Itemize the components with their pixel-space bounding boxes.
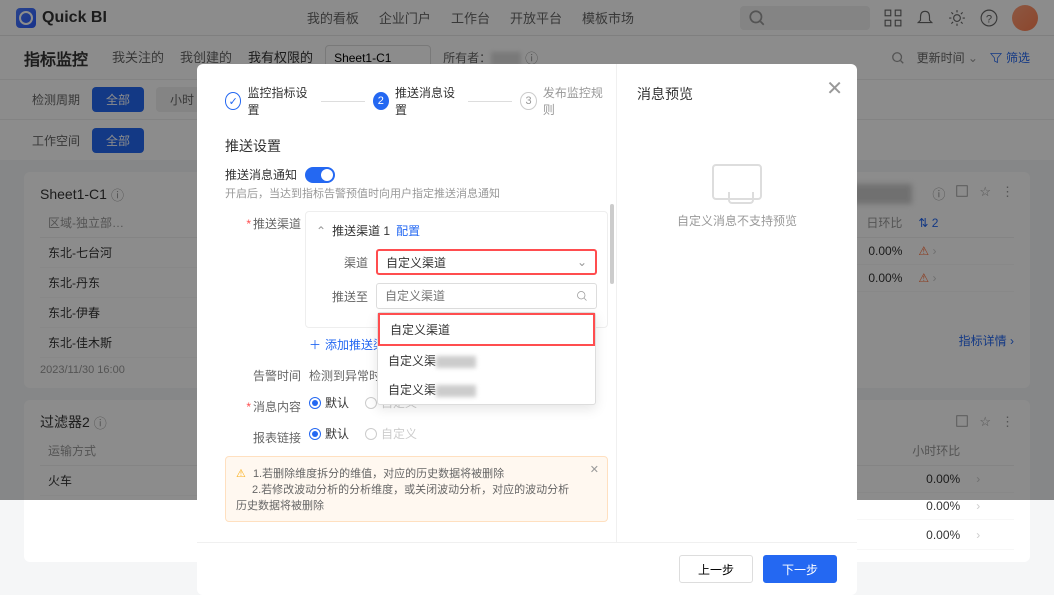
inbox-icon — [712, 164, 762, 200]
push-notify-desc: 开启后，当达到指标告警预值时向用户指定推送消息通知 — [225, 185, 608, 201]
plus-icon: ＋ — [309, 336, 321, 353]
next-button[interactable]: 下一步 — [763, 555, 837, 583]
push-to-input[interactable]: 自定义渠道 自定义渠 自定义渠 — [376, 283, 597, 309]
link-label: 报表链接 — [225, 425, 301, 446]
warning-line-2: 2.若修改波动分析的分析维度，或关闭波动分析，对应的波动分析历史数据将被删除 — [236, 484, 569, 512]
chevron-down-icon: ⌄ — [577, 255, 587, 269]
channel-label: *推送渠道 — [225, 211, 301, 232]
channel-select[interactable]: 自定义渠道 ⌄ — [376, 249, 597, 275]
modal-right-panel: 消息预览 自定义消息不支持预览 — [617, 64, 857, 542]
content-label: *消息内容 — [225, 394, 301, 415]
channel-header: ⌃ 推送渠道 1 配置 — [316, 222, 597, 239]
scrollbar[interactable] — [610, 204, 614, 284]
dropdown-option-2[interactable]: 自定义渠 — [378, 375, 595, 404]
channel-config-box: ⌃ 推送渠道 1 配置 渠道 自定义渠道 ⌄ — [305, 211, 608, 328]
step-connector — [468, 101, 512, 102]
radio-link-custom[interactable]: 自定义 — [365, 425, 417, 442]
push-settings-modal: ✕ ✓ 监控指标设置 2 推送消息设置 3 — [197, 64, 857, 595]
modal-body: ✓ 监控指标设置 2 推送消息设置 3 发布监控规则 推送设置 — [197, 64, 857, 542]
row-channel: *推送渠道 ⌃ 推送渠道 1 配置 渠道 自定义渠道 — [225, 211, 608, 353]
step-1: ✓ 监控指标设置 — [225, 84, 313, 118]
dropdown-option-1[interactable]: 自定义渠 — [378, 346, 595, 375]
modal-overlay: ✕ ✓ 监控指标设置 2 推送消息设置 3 — [0, 0, 1054, 500]
radio-link-default[interactable]: 默认 — [309, 425, 349, 442]
search-icon — [576, 290, 588, 302]
preview-empty-text: 自定义消息不支持预览 — [677, 212, 797, 229]
push-notify-switch[interactable] — [305, 167, 335, 183]
preview-title: 消息预览 — [637, 84, 837, 104]
warning-icon: ⚠ — [236, 468, 246, 480]
row-push-notify: 推送消息通知 开启后，当达到指标告警预值时向用户指定推送消息通知 — [225, 166, 608, 201]
channel-title: 推送渠道 1 — [332, 222, 390, 239]
alert-time-label: 告警时间 — [225, 363, 301, 384]
step-indicator: ✓ 监控指标设置 2 推送消息设置 3 发布监控规则 — [225, 84, 608, 118]
row-push-to: 推送至 自定义渠道 自定义渠 自定义渠 — [316, 283, 597, 309]
modal-footer: 上一步 下一步 — [197, 542, 857, 595]
alert-close-icon[interactable]: ✕ — [590, 463, 599, 476]
section-title: 推送设置 — [225, 136, 608, 156]
preview-empty-state: 自定义消息不支持预览 — [637, 164, 837, 229]
step-3: 3 发布监控规则 — [520, 84, 608, 118]
check-icon: ✓ — [225, 92, 241, 110]
channel-field-label: 渠道 — [316, 254, 368, 271]
push-to-search[interactable] — [385, 289, 576, 303]
chevron-right-icon[interactable]: › — [976, 499, 980, 513]
dropdown-option-0[interactable]: 自定义渠道 — [378, 313, 595, 346]
chevron-up-icon[interactable]: ⌃ — [316, 224, 326, 238]
step-number-icon: 2 — [373, 92, 389, 110]
row-link: 报表链接 默认 自定义 — [225, 425, 608, 446]
chevron-right-icon[interactable]: › — [976, 528, 980, 542]
modal-left-panel: ✓ 监控指标设置 2 推送消息设置 3 发布监控规则 推送设置 — [197, 64, 617, 542]
row-channel-field: 渠道 自定义渠道 ⌄ — [316, 249, 597, 275]
channel-value: 自定义渠道 — [386, 254, 446, 271]
push-to-label: 推送至 — [316, 288, 368, 305]
step-2: 2 推送消息设置 — [373, 84, 461, 118]
step-connector — [321, 101, 365, 102]
prev-button[interactable]: 上一步 — [679, 555, 753, 583]
warning-alert: ⚠ 1.若删除维度拆分的维值，对应的历史数据将被删除 2.若修改波动分析的分析维… — [225, 456, 608, 522]
radio-default[interactable]: 默认 — [309, 394, 349, 411]
warning-line-1: 1.若删除维度拆分的维值，对应的历史数据将被删除 — [253, 468, 504, 480]
config-link[interactable]: 配置 — [396, 222, 420, 239]
close-icon[interactable]: ✕ — [826, 76, 843, 101]
push-to-dropdown: 自定义渠道 自定义渠 自定义渠 — [377, 312, 596, 405]
push-notify-label: 推送消息通知 — [225, 166, 297, 183]
step-number-icon: 3 — [520, 92, 536, 110]
